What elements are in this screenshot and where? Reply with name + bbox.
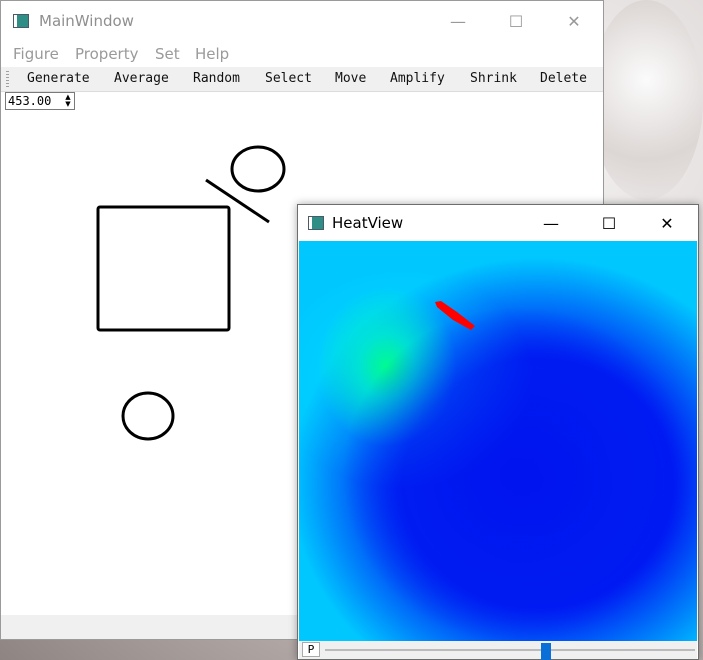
slider-handle[interactable] [541, 643, 551, 660]
heat-window-title: HeatView [332, 214, 404, 232]
heat-titlebar[interactable]: HeatView — ☐ ✕ [298, 205, 698, 241]
spinbox-value: 453.00 [8, 94, 52, 108]
heat-controls: P [299, 641, 697, 660]
minimize-icon[interactable]: — [435, 5, 481, 37]
menu-help[interactable]: Help [195, 45, 229, 63]
random-button[interactable]: Random [193, 71, 240, 86]
average-button[interactable]: Average [114, 71, 169, 86]
maximize-icon[interactable]: ☐ [493, 5, 539, 37]
heat-window: HeatView — ☐ ✕ P [297, 204, 699, 660]
toolbar: Generate Average Random Select Move Ampl… [1, 67, 603, 92]
main-window-title: MainWindow [39, 12, 134, 30]
hot-spot [435, 301, 475, 330]
desktop-background [590, 0, 703, 200]
square-shape[interactable] [96, 205, 231, 332]
p-button[interactable]: P [302, 642, 320, 657]
circle-shape-top[interactable] [230, 145, 286, 193]
spin-down-icon[interactable]: ▼ [63, 101, 73, 108]
heatmap[interactable] [299, 241, 697, 645]
move-button[interactable]: Move [335, 71, 366, 86]
shrink-button[interactable]: Shrink [470, 71, 517, 86]
menubar: Figure Property Set Help [1, 41, 603, 67]
menu-property[interactable]: Property [75, 45, 138, 63]
amplify-button[interactable]: Amplify [390, 71, 445, 86]
slider-track[interactable] [325, 643, 695, 660]
value-spinbox[interactable]: 453.00 ▲ ▼ [5, 92, 75, 110]
app-icon [13, 14, 29, 28]
close-icon[interactable]: ✕ [644, 207, 690, 239]
close-icon[interactable]: ✕ [551, 5, 597, 37]
line-shape[interactable] [205, 178, 270, 224]
minimize-icon[interactable]: — [528, 207, 574, 239]
delete-button[interactable]: Delete [540, 71, 587, 86]
main-titlebar[interactable]: MainWindow — ☐ ✕ [1, 1, 603, 41]
spin-arrows[interactable]: ▲ ▼ [63, 94, 73, 108]
circle-shape-bottom[interactable] [121, 391, 175, 441]
generate-button[interactable]: Generate [27, 71, 90, 86]
menu-set[interactable]: Set [155, 45, 180, 63]
hot-marker [435, 301, 475, 330]
toolbar-grip[interactable] [6, 71, 9, 87]
select-button[interactable]: Select [265, 71, 312, 86]
app-icon [308, 216, 324, 230]
maximize-icon[interactable]: ☐ [586, 207, 632, 239]
menu-figure[interactable]: Figure [13, 45, 59, 63]
